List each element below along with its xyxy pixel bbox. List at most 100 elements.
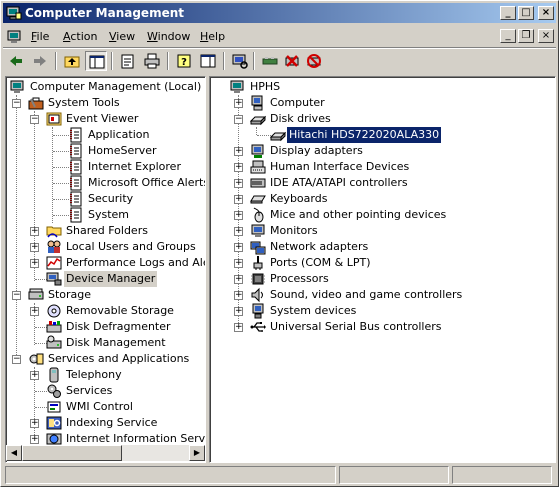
device-category-processors[interactable]: Processors [210, 271, 550, 287]
tree-item-device-manager[interactable]: Device Manager [6, 271, 205, 287]
device-category-disk-drives[interactable]: Disk drives [210, 111, 550, 127]
device-label: System devices [270, 304, 357, 317]
mmc-document-icon[interactable] [7, 29, 23, 45]
tree-item-homeserver-log[interactable]: HomeServer [6, 143, 205, 159]
device-label: Processors [270, 272, 329, 285]
device-category-monitors[interactable]: Monitors [210, 223, 550, 239]
tree-item-event-viewer[interactable]: Event Viewer [6, 111, 205, 127]
tree-item-disk-defragmenter[interactable]: Disk Defragmenter [6, 319, 205, 335]
tree-item-internet-explorer-log[interactable]: Internet Explorer [6, 159, 205, 175]
update-driver-button[interactable] [259, 51, 281, 71]
status-panel-main [5, 466, 336, 484]
menu-help[interactable]: Help [200, 30, 225, 43]
tree-item-services-applications[interactable]: Services and Applications [6, 351, 205, 367]
device-hitachi-disk[interactable]: Hitachi HDS722020ALA330 [210, 126, 550, 144]
indexing-service-icon [46, 416, 62, 430]
device-category-display-adapters[interactable]: Display adapters [210, 143, 550, 159]
show-hide-tree-button[interactable] [85, 51, 107, 71]
device-category-network-adapters[interactable]: Network adapters [210, 239, 550, 255]
up-one-level-button[interactable] [61, 51, 83, 71]
close-button[interactable]: × [538, 6, 554, 20]
menu-view[interactable]: View [109, 30, 135, 43]
disk-defragmenter-icon [46, 321, 62, 333]
log-icon [70, 127, 82, 143]
toolbar-separator [111, 52, 113, 70]
tree-item-system-log[interactable]: System [6, 207, 205, 223]
device-category-ide-controllers[interactable]: IDE ATA/ATAPI controllers [210, 175, 550, 191]
device-label: Ports (COM & LPT) [270, 256, 371, 269]
device-label: Monitors [270, 224, 318, 237]
uninstall-button[interactable] [281, 51, 303, 71]
device-category-mice[interactable]: Mice and other pointing devices [210, 207, 550, 223]
title-bar[interactable]: Computer Management _ □ × [3, 3, 556, 23]
toolbar-separator [55, 52, 57, 70]
show-hide-tree-icon [89, 55, 105, 69]
device-category-system-devices[interactable]: System devices [210, 303, 550, 319]
scroll-thumb[interactable] [22, 445, 122, 461]
tree-label: WMI Control [66, 400, 133, 413]
device-category-hid[interactable]: Human Interface Devices [210, 159, 550, 175]
forward-button[interactable] [29, 51, 51, 71]
mdi-minimize-button[interactable]: _ [500, 29, 516, 43]
log-icon [70, 143, 82, 159]
tree-item-disk-management[interactable]: Disk Management [6, 335, 205, 351]
help-icon: ? [177, 54, 191, 68]
status-panel-3 [452, 466, 552, 484]
scroll-left-button[interactable]: ◀ [6, 445, 22, 461]
disable-button[interactable] [303, 51, 325, 71]
tree-horizontal-scrollbar[interactable]: ◀ ▶ [6, 445, 205, 461]
tree-item-indexing-service[interactable]: Indexing Service [6, 415, 205, 431]
tree-item-storage[interactable]: Storage [6, 287, 205, 303]
help-button[interactable]: ? [173, 51, 195, 71]
menu-action[interactable]: Action [63, 30, 97, 43]
removable-storage-icon [47, 304, 61, 318]
display-adapter-icon [251, 144, 264, 158]
properties-icon [121, 54, 134, 69]
scan-hardware-button[interactable] [229, 51, 251, 71]
tree-item-wmi-control[interactable]: WMI Control [6, 399, 205, 415]
device-category-sound-video[interactable]: Sound, video and game controllers [210, 287, 550, 303]
tree-item-application-log[interactable]: Application [6, 127, 205, 143]
device-category-ports[interactable]: Ports (COM & LPT) [210, 255, 550, 271]
device-label: Network adapters [270, 240, 369, 253]
tree-item-services[interactable]: Services [6, 383, 205, 399]
print-button[interactable] [141, 51, 163, 71]
mdi-restore-button[interactable]: ❐ [518, 29, 534, 43]
tree-label: Removable Storage [66, 304, 174, 317]
device-root-hphs[interactable]: HPHS [210, 79, 550, 95]
menu-file[interactable]: File [31, 30, 49, 43]
maximize-button[interactable]: □ [518, 6, 534, 20]
show-hide-action-pane-icon [200, 54, 216, 68]
tree-item-office-alerts-log[interactable]: Microsoft Office Alerts [6, 175, 205, 191]
tree-root-computer-management[interactable]: Computer Management (Local) [6, 79, 205, 95]
mdi-close-button[interactable]: × [538, 29, 554, 43]
device-category-usb-controllers[interactable]: Universal Serial Bus controllers [210, 319, 550, 335]
tree-label: Internet Explorer [88, 160, 181, 173]
console-tree-pane[interactable]: Computer Management (Local) − System Too… [5, 76, 206, 463]
device-category-computer[interactable]: Computer [210, 95, 550, 111]
computer-management-icon [10, 80, 24, 93]
tree-item-removable-storage[interactable]: Removable Storage [6, 303, 205, 319]
minimize-button[interactable]: _ [500, 6, 516, 20]
device-category-keyboards[interactable]: Keyboards [210, 191, 550, 207]
tree-item-performance-logs[interactable]: Performance Logs and Alerts [6, 255, 205, 271]
tree-item-local-users-groups[interactable]: Local Users and Groups [6, 239, 205, 255]
tree-item-system-tools[interactable]: System Tools [6, 95, 205, 111]
tree-item-shared-folders[interactable]: Shared Folders [6, 223, 205, 239]
scroll-right-button[interactable]: ▶ [189, 445, 205, 461]
tree-item-security-log[interactable]: Security [6, 191, 205, 207]
properties-button[interactable] [117, 51, 139, 71]
device-label: HPHS [250, 80, 281, 93]
tree-label: Local Users and Groups [66, 240, 196, 253]
tree-item-telephony[interactable]: Telephony [6, 367, 205, 383]
device-label: Universal Serial Bus controllers [270, 320, 442, 333]
device-list-pane[interactable]: HPHS + Computer − Disk drives Hitachi HD… [209, 76, 556, 463]
back-button[interactable] [5, 51, 27, 71]
tree-label: Computer Management (Local) [30, 80, 202, 93]
computer-icon [230, 80, 244, 93]
print-icon [144, 53, 160, 69]
back-icon [10, 56, 22, 66]
menu-window[interactable]: Window [147, 30, 190, 43]
device-label: Disk drives [270, 112, 331, 125]
show-hide-action-pane-button[interactable] [197, 51, 219, 71]
